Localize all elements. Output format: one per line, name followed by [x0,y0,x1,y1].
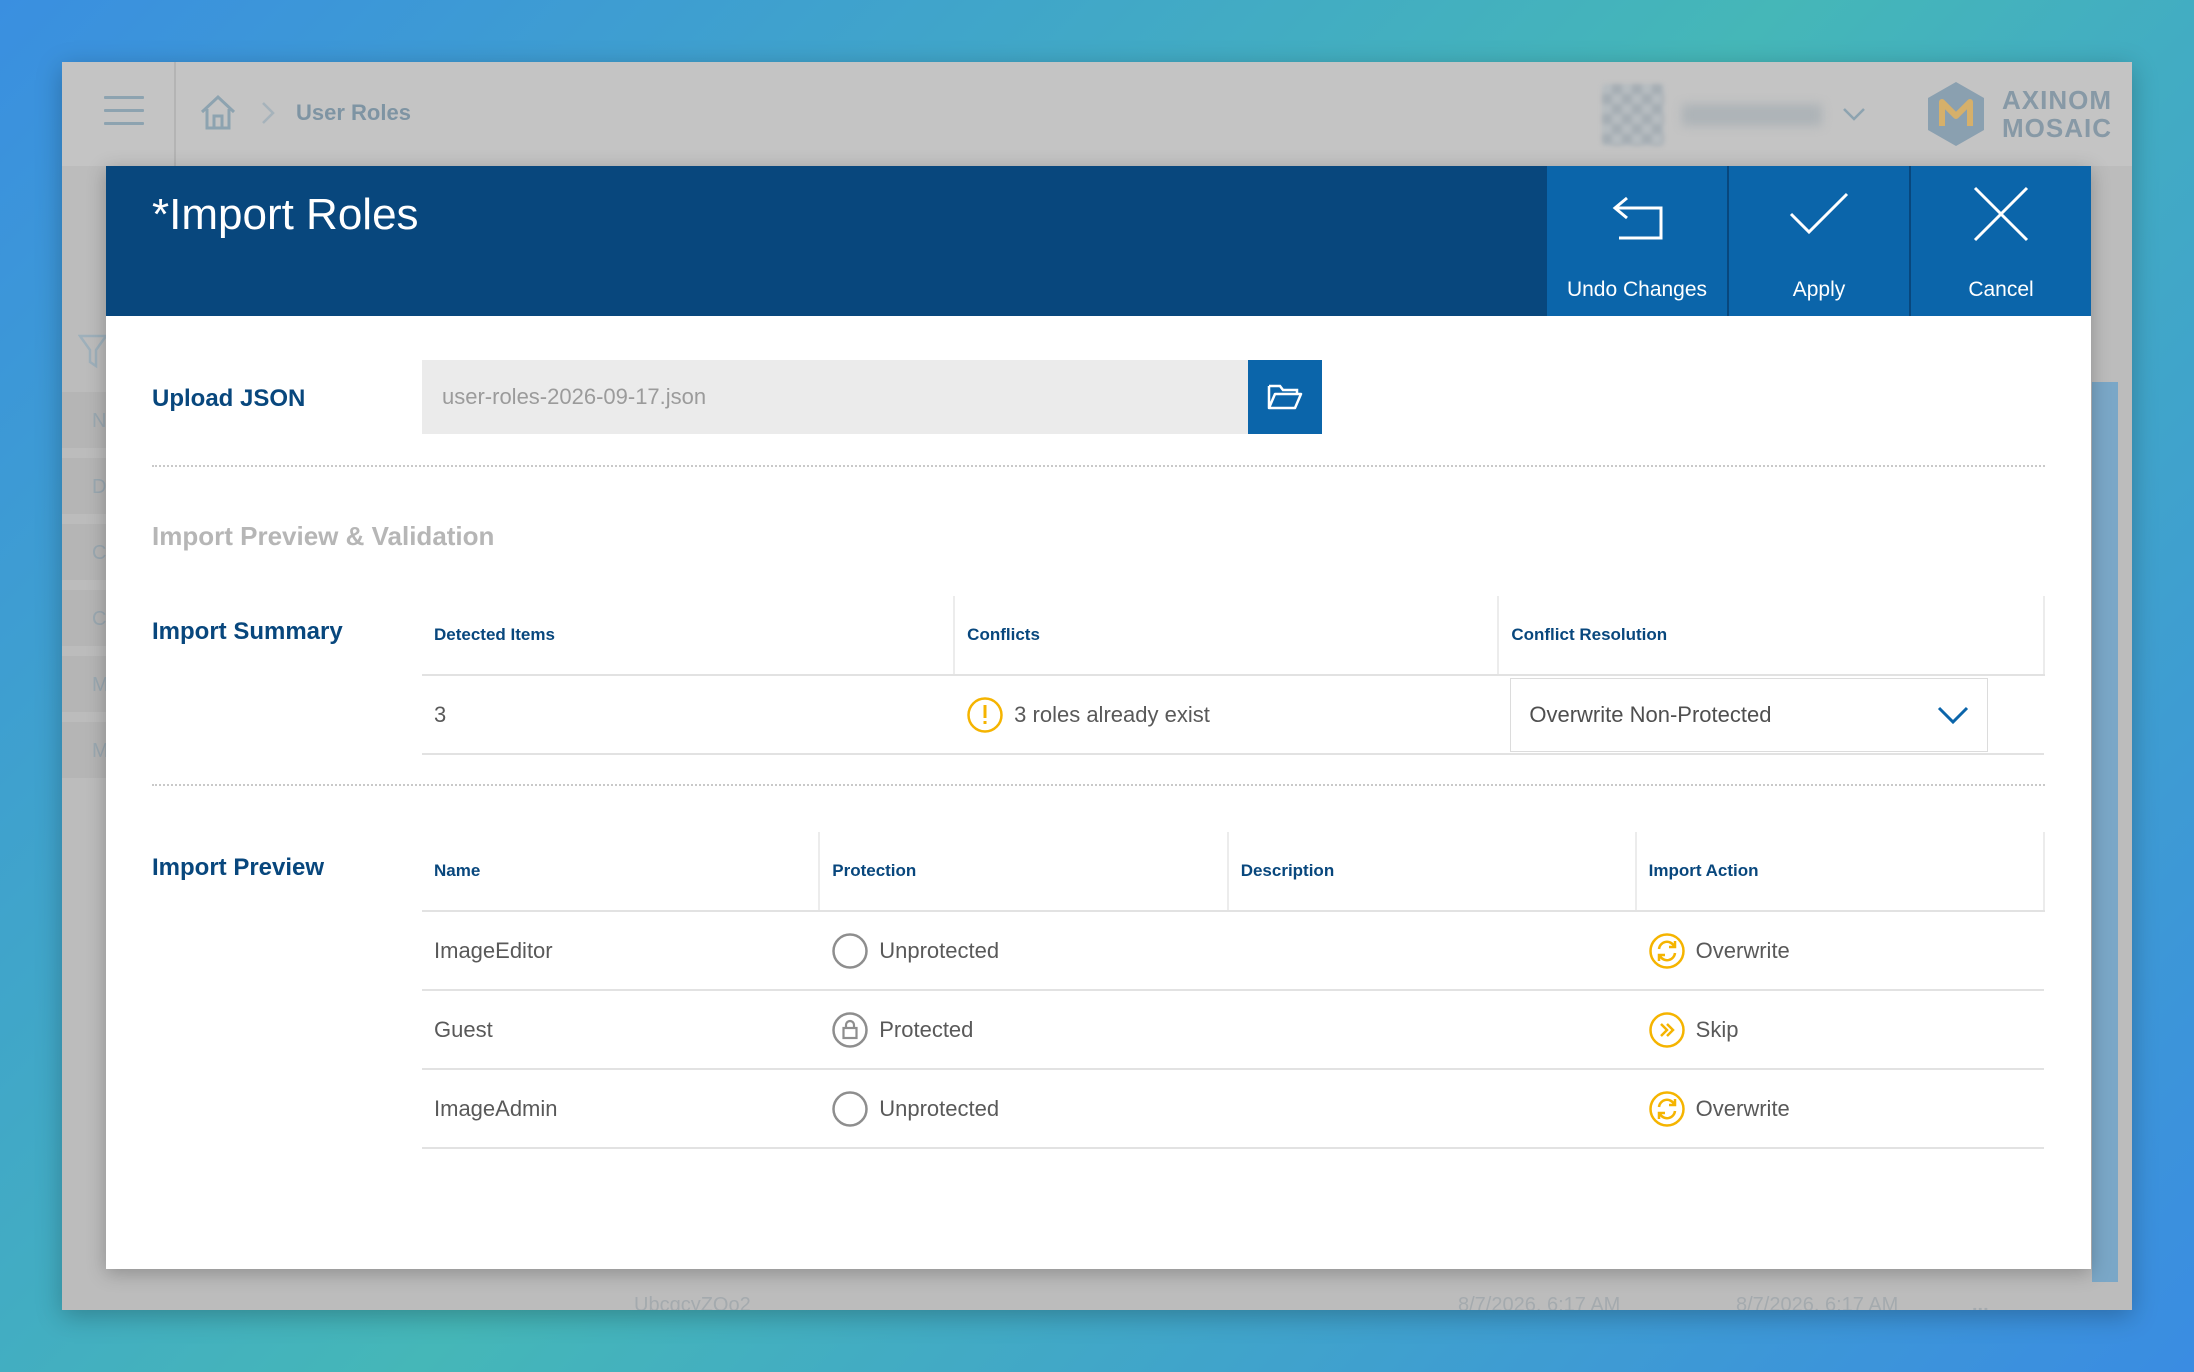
dialog-title: *Import Roles [152,190,419,239]
more-icon[interactable]: ... [1972,1294,1989,1310]
dialog-actions: Undo Changes Apply Cancel [1545,166,2091,316]
filter-icon [78,334,108,369]
home-icon[interactable] [198,92,238,132]
warning-icon [967,696,1003,733]
column-header: Conflict Resolution [1498,596,2045,676]
conflict-resolution-value: Overwrite Non-Protected [1529,701,1772,727]
undo-icon [1612,196,1663,240]
close-icon [1973,186,2029,242]
table-row[interactable]: ImageAdmin Unprotected Overwrite [422,1069,2044,1149]
divider [152,784,2045,786]
column-header: Description [1227,832,1637,912]
import-preview-label: Import Preview [152,854,325,881]
brand-logo-text: AXINOM MOSAIC [2002,85,2112,143]
undo-changes-button[interactable]: Undo Changes [1547,166,1727,316]
chevron-down-icon [1938,706,1969,724]
conflict-resolution-cell: Overwrite Non-Protected [1498,675,2044,755]
role-name: ImageEditor [422,911,820,991]
skip-icon [1648,1011,1685,1048]
cancel-label: Cancel [1968,278,2034,301]
overwrite-icon [1648,1090,1685,1127]
apply-button[interactable]: Apply [1729,166,1909,316]
unprotected-icon [832,1090,868,1127]
import-action-value: Overwrite [1695,1095,1790,1121]
table-row: UbcgcyZQo2 8/7/2026, 6:17 AM 8/7/2026, 6… [562,1294,2062,1310]
section-title: Import Preview & Validation [152,521,495,551]
import-action-value: Overwrite [1695,937,1790,963]
browse-file-button[interactable] [1248,360,1322,434]
import-summary-label: Import Summary [152,618,343,645]
role-name: Guest [422,990,820,1070]
list-item: C [62,524,110,580]
menu-icon[interactable] [104,96,144,128]
description-value [1227,990,1636,1070]
detected-items-value: 3 [422,675,955,755]
unprotected-icon [832,932,868,969]
protection-cell: Protected [819,990,1228,1070]
divider [152,465,2045,467]
import-preview-table: Name Protection Description Import Actio… [422,832,2046,1149]
column-header: Detected Items [422,596,956,676]
folder-open-icon [1267,384,1303,410]
cancel-button[interactable]: Cancel [1911,166,2091,316]
row-updated: 8/7/2026, 6:17 AM [1736,1294,1899,1310]
dialog-header: *Import Roles Undo Changes Apply Cancel [106,166,2091,316]
list-item: C [62,590,110,646]
table-row: 3 3 roles already exist Overwrite Non-Pr… [422,675,2044,755]
row-title: UbcgcyZQo2 [634,1294,751,1310]
column-header: Name [422,832,821,912]
list-item: N [62,392,110,448]
protection-value: Unprotected [879,1095,1000,1121]
import-action-cell: Overwrite [1635,911,2044,991]
row-created: 8/7/2026, 6:17 AM [1458,1294,1621,1310]
list-item: M [62,656,110,712]
import-action-cell: Overwrite [1635,1069,2044,1149]
import-action-value: Skip [1695,1016,1739,1042]
description-value [1227,1069,1636,1149]
checkmark-icon [1789,192,1849,235]
table-header-row: Name Protection Description Import Actio… [422,832,2046,912]
apply-label: Apply [1792,278,1846,301]
column-header: Protection [819,832,1229,912]
conflicts-cell: 3 roles already exist [954,675,1499,755]
protection-cell: Unprotected [819,911,1228,991]
breadcrumb-chevron-icon [262,102,275,124]
axinom-logo-icon [1928,82,1984,146]
upload-json-label: Upload JSON [152,385,306,412]
description-value [1227,911,1636,991]
lock-icon [832,1011,868,1048]
import-roles-dialog: *Import Roles Undo Changes Apply Cancel … [106,166,2091,1269]
column-header: Import Action [1635,832,2046,912]
protection-cell: Unprotected [819,1069,1228,1149]
protection-value: Unprotected [879,937,1000,963]
role-name: ImageAdmin [422,1069,820,1149]
list-item: D [62,458,110,514]
user-name-blurred [1682,104,1822,126]
table-row[interactable]: ImageEditor Unprotected Overwrite [422,911,2044,991]
conflict-resolution-select[interactable]: Overwrite Non-Protected [1510,677,1989,752]
background-side-strip [2092,382,2118,1282]
background-filter-list: N D C C M M [62,392,110,992]
breadcrumb-current[interactable]: User Roles [296,100,411,126]
table-row[interactable]: Guest Protected Skip [422,990,2044,1070]
upload-json-input[interactable]: user-roles-2026-09-17.json [422,360,1248,434]
chevron-down-icon[interactable] [1840,102,1868,126]
import-action-cell: Skip [1635,990,2044,1070]
table-header-row: Detected Items Conflicts Conflict Resolu… [422,596,2045,676]
topbar-divider [174,62,176,166]
conflicts-value: 3 roles already exist [1014,701,1210,727]
avatar[interactable] [1602,84,1664,146]
top-bar: User Roles AXINOM MOSAIC [62,62,2132,166]
overwrite-icon [1648,932,1685,969]
import-summary-table: Detected Items Conflicts Conflict Resolu… [422,596,2045,755]
column-header: Conflicts [954,596,1500,676]
undo-changes-label: Undo Changes [1566,278,1708,301]
protection-value: Protected [879,1016,974,1042]
list-item: M [62,722,110,778]
